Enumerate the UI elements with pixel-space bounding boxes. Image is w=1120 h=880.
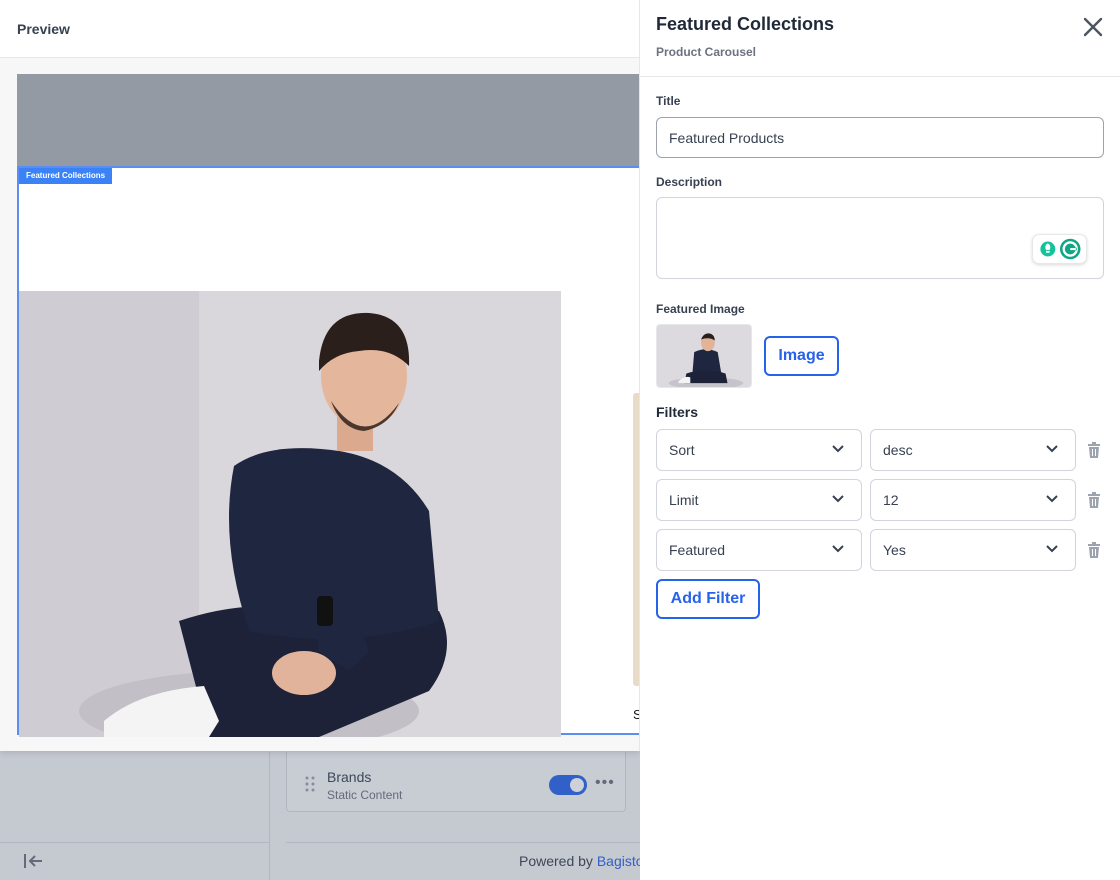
- filter-value-value: 12: [883, 492, 899, 508]
- panel-header: Featured Collections Product Carousel: [640, 0, 1120, 77]
- chevron-down-icon: [1046, 545, 1058, 553]
- next-product-card[interactable]: [633, 393, 639, 686]
- filter-row: Limit 12: [656, 479, 1104, 521]
- image-upload-button[interactable]: Image: [764, 336, 839, 376]
- chevron-down-icon: [832, 495, 844, 503]
- trash-icon[interactable]: [1087, 442, 1101, 458]
- preview-modal: Preview Featured Collections: [0, 0, 640, 751]
- filter-row: Featured Yes: [656, 529, 1104, 571]
- trash-icon[interactable]: [1087, 542, 1101, 558]
- filters-label: Filters: [656, 404, 699, 420]
- title-input[interactable]: [656, 117, 1104, 158]
- preview-canvas: Featured Collections: [0, 58, 639, 751]
- section-tag: Featured Collections: [19, 168, 113, 184]
- add-filter-button[interactable]: Add Filter: [656, 579, 760, 619]
- title-label: Title: [656, 94, 681, 108]
- product-image[interactable]: [19, 291, 561, 737]
- preview-header: Preview: [0, 0, 639, 58]
- chevron-down-icon: [1046, 445, 1058, 453]
- close-icon[interactable]: [1082, 16, 1104, 38]
- filter-key-select[interactable]: Limit: [656, 479, 862, 521]
- chevron-down-icon: [832, 445, 844, 453]
- featured-image-label: Featured Image: [656, 302, 745, 316]
- settings-panel: Featured Collections Product Carousel Ti…: [640, 0, 1120, 880]
- banner-placeholder: [17, 74, 639, 166]
- grammarly-icon[interactable]: [1032, 234, 1087, 264]
- filter-value-select[interactable]: desc: [870, 429, 1076, 471]
- next-product-title: S: [633, 707, 639, 722]
- chevron-down-icon: [832, 545, 844, 553]
- panel-title: Featured Collections: [656, 14, 835, 34]
- filter-key-value: Limit: [669, 492, 699, 508]
- filter-value-select[interactable]: 12: [870, 479, 1076, 521]
- filter-key-select[interactable]: Featured: [656, 529, 862, 571]
- trash-icon[interactable]: [1087, 492, 1101, 508]
- description-label: Description: [656, 175, 723, 189]
- featured-image-thumbnail[interactable]: [656, 324, 752, 388]
- preview-title: Preview: [17, 21, 70, 37]
- filter-key-select[interactable]: Sort: [656, 429, 862, 471]
- filter-row: Sort desc: [656, 429, 1104, 471]
- filter-value-select[interactable]: Yes: [870, 529, 1076, 571]
- filter-key-value: Sort: [669, 442, 695, 458]
- featured-collections-section[interactable]: Featured Collections: [17, 166, 639, 737]
- chevron-down-icon: [1046, 495, 1058, 503]
- filter-key-value: Featured: [669, 542, 726, 558]
- filter-value-value: desc: [883, 442, 913, 458]
- panel-subtitle: Product Carousel: [656, 45, 757, 59]
- filter-value-value: Yes: [883, 542, 906, 558]
